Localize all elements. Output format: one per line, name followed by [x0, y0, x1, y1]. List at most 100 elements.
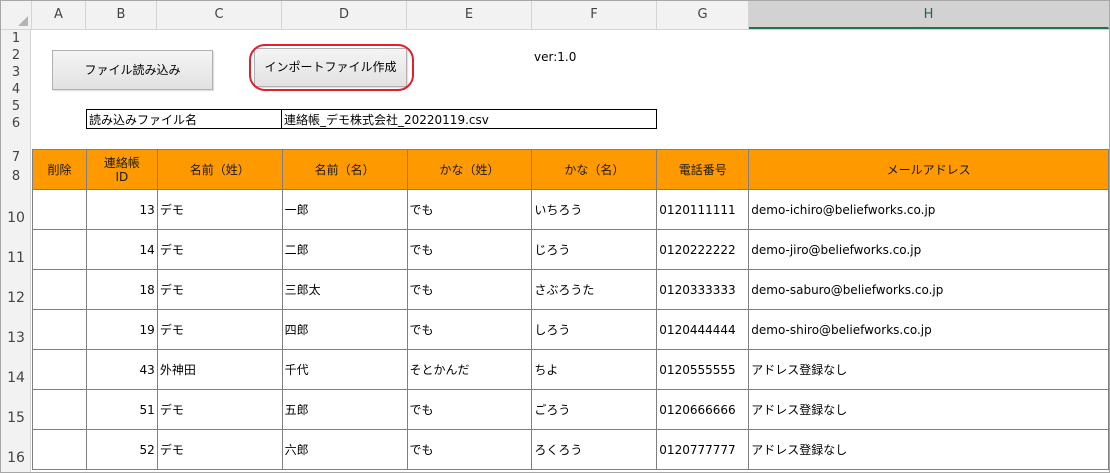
cell-last-name[interactable]: デモ — [156, 429, 283, 470]
cell-email[interactable]: アドレス登録なし — [748, 349, 1109, 390]
column-header-c[interactable]: C — [157, 1, 282, 29]
row-header-8[interactable]: 8 — [1, 168, 31, 185]
file-name-label: 読み込みファイル名 — [89, 113, 198, 127]
row-header-1[interactable]: 1 — [1, 30, 31, 47]
cell-first-name[interactable]: 四郎 — [281, 309, 408, 350]
table-row: 43 外神田 千代 そとかんだ ちよ 0120555555 アドレス登録なし — [32, 349, 1109, 390]
cell-email[interactable]: demo-saburo@beliefworks.co.jp — [748, 269, 1109, 310]
cell-delete[interactable] — [32, 349, 87, 390]
row-header-5[interactable]: 5 — [1, 98, 31, 115]
cell-kana-last[interactable]: でも — [406, 429, 533, 470]
cell-kana-first[interactable]: じろう — [531, 229, 658, 270]
table-row: 51 デモ 五郎 でも ごろう 0120666666 アドレス登録なし — [32, 389, 1109, 430]
row-header-6[interactable]: 6 — [1, 115, 31, 132]
row-header-14[interactable]: 14 — [1, 350, 31, 390]
cell-email[interactable]: アドレス登録なし — [748, 429, 1109, 470]
column-header-f[interactable]: F — [532, 1, 657, 29]
file-name-label-cell: 読み込みファイル名 — [86, 109, 282, 129]
cell-first-name[interactable]: 六郎 — [281, 429, 408, 470]
load-file-button[interactable]: ファイル読み込み — [52, 50, 213, 90]
cell-id[interactable]: 18 — [85, 269, 158, 310]
cell-email[interactable]: demo-ichiro@beliefworks.co.jp — [748, 189, 1109, 230]
cell-delete[interactable] — [32, 429, 87, 470]
row-header-4[interactable]: 4 — [1, 81, 31, 98]
cell-kana-first[interactable]: ごろう — [531, 389, 658, 430]
cell-phone[interactable]: 0120555555 — [656, 349, 750, 390]
cell-last-name[interactable]: 外神田 — [156, 349, 283, 390]
cell-kana-first[interactable]: さぶろうた — [531, 269, 658, 310]
cell-last-name[interactable]: デモ — [156, 189, 283, 230]
header-delete: 削除 — [32, 149, 87, 190]
header-contact-id: 連絡帳 ID — [85, 149, 158, 190]
cell-kana-last[interactable]: そとかんだ — [406, 349, 533, 390]
table-row: 13 デモ 一郎 でも いちろう 0120111111 demo-ichiro@… — [32, 189, 1109, 230]
row-header-15[interactable]: 15 — [1, 390, 31, 430]
cell-delete[interactable] — [32, 309, 87, 350]
cell-kana-first[interactable]: しろう — [531, 309, 658, 350]
cell-last-name[interactable]: デモ — [156, 269, 283, 310]
cell-phone[interactable]: 0120666666 — [656, 389, 750, 430]
select-all-corner[interactable] — [1, 1, 32, 29]
header-email: メールアドレス — [748, 149, 1109, 190]
row-header-11[interactable]: 11 — [1, 230, 31, 270]
header-phone: 電話番号 — [656, 149, 750, 190]
cell-delete[interactable] — [32, 189, 87, 230]
table-row: 14 デモ 二郎 でも じろう 0120222222 demo-jiro@bel… — [32, 229, 1109, 270]
cell-last-name[interactable]: デモ — [156, 229, 283, 270]
file-name-value: 連絡帳_デモ株式会社_20220119.csv — [284, 113, 489, 127]
cell-id[interactable]: 52 — [85, 429, 158, 470]
cell-kana-first[interactable]: ろくろう — [531, 429, 658, 470]
header-kana-last: かな（姓） — [406, 149, 533, 190]
cell-first-name[interactable]: 一郎 — [281, 189, 408, 230]
header-first-name: 名前（名） — [281, 149, 408, 190]
cell-delete[interactable] — [32, 389, 87, 430]
row-header-16[interactable]: 16 — [1, 430, 31, 470]
cell-email[interactable]: demo-shiro@beliefworks.co.jp — [748, 309, 1109, 350]
cell-last-name[interactable]: デモ — [156, 389, 283, 430]
cell-kana-last[interactable]: でも — [406, 229, 533, 270]
cell-first-name[interactable]: 二郎 — [281, 229, 408, 270]
cell-kana-last[interactable]: でも — [406, 189, 533, 230]
file-name-value-cell[interactable]: 連絡帳_デモ株式会社_20220119.csv — [281, 109, 657, 129]
cell-phone[interactable]: 0120111111 — [656, 189, 750, 230]
row-header-7[interactable]: 7 — [1, 149, 31, 166]
column-header-d[interactable]: D — [282, 1, 407, 29]
header-contact-id-line2: ID — [115, 169, 129, 184]
cell-phone[interactable]: 0120222222 — [656, 229, 750, 270]
column-header-h[interactable]: H — [749, 1, 1109, 29]
cell-kana-first[interactable]: いちろう — [531, 189, 658, 230]
cell-kana-last[interactable]: でも — [406, 309, 533, 350]
cell-first-name[interactable]: 千代 — [281, 349, 408, 390]
header-last-name: 名前（姓） — [156, 149, 283, 190]
cell-first-name[interactable]: 三郎太 — [281, 269, 408, 310]
column-header-a[interactable]: A — [32, 1, 86, 29]
cell-last-name[interactable]: デモ — [156, 309, 283, 350]
cell-email[interactable]: demo-jiro@beliefworks.co.jp — [748, 229, 1109, 270]
cell-id[interactable]: 43 — [85, 349, 158, 390]
cell-phone[interactable]: 0120777777 — [656, 429, 750, 470]
cell-id[interactable]: 13 — [85, 189, 158, 230]
spreadsheet-window: A B C D E F G H 1 2 3 4 5 6 7 8 10 11 12… — [0, 0, 1110, 473]
cell-kana-last[interactable]: でも — [406, 269, 533, 310]
row-header-2[interactable]: 2 — [1, 47, 31, 64]
cell-first-name[interactable]: 五郎 — [281, 389, 408, 430]
cell-email[interactable]: アドレス登録なし — [748, 389, 1109, 430]
cell-phone[interactable]: 0120333333 — [656, 269, 750, 310]
cell-id[interactable]: 19 — [85, 309, 158, 350]
header-kana-first: かな（名） — [531, 149, 658, 190]
row-header-10[interactable]: 10 — [1, 190, 31, 230]
cell-id[interactable]: 51 — [85, 389, 158, 430]
version-label: ver:1.0 — [534, 50, 577, 64]
cell-phone[interactable]: 0120444444 — [656, 309, 750, 350]
cell-delete[interactable] — [32, 269, 87, 310]
cell-delete[interactable] — [32, 229, 87, 270]
row-header-12[interactable]: 12 — [1, 270, 31, 310]
cell-kana-first[interactable]: ちよ — [531, 349, 658, 390]
cell-kana-last[interactable]: でも — [406, 389, 533, 430]
cell-id[interactable]: 14 — [85, 229, 158, 270]
column-header-b[interactable]: B — [86, 1, 157, 29]
row-header-13[interactable]: 13 — [1, 310, 31, 350]
column-header-g[interactable]: G — [657, 1, 749, 29]
row-header-3[interactable]: 3 — [1, 64, 31, 81]
column-header-e[interactable]: E — [407, 1, 532, 29]
